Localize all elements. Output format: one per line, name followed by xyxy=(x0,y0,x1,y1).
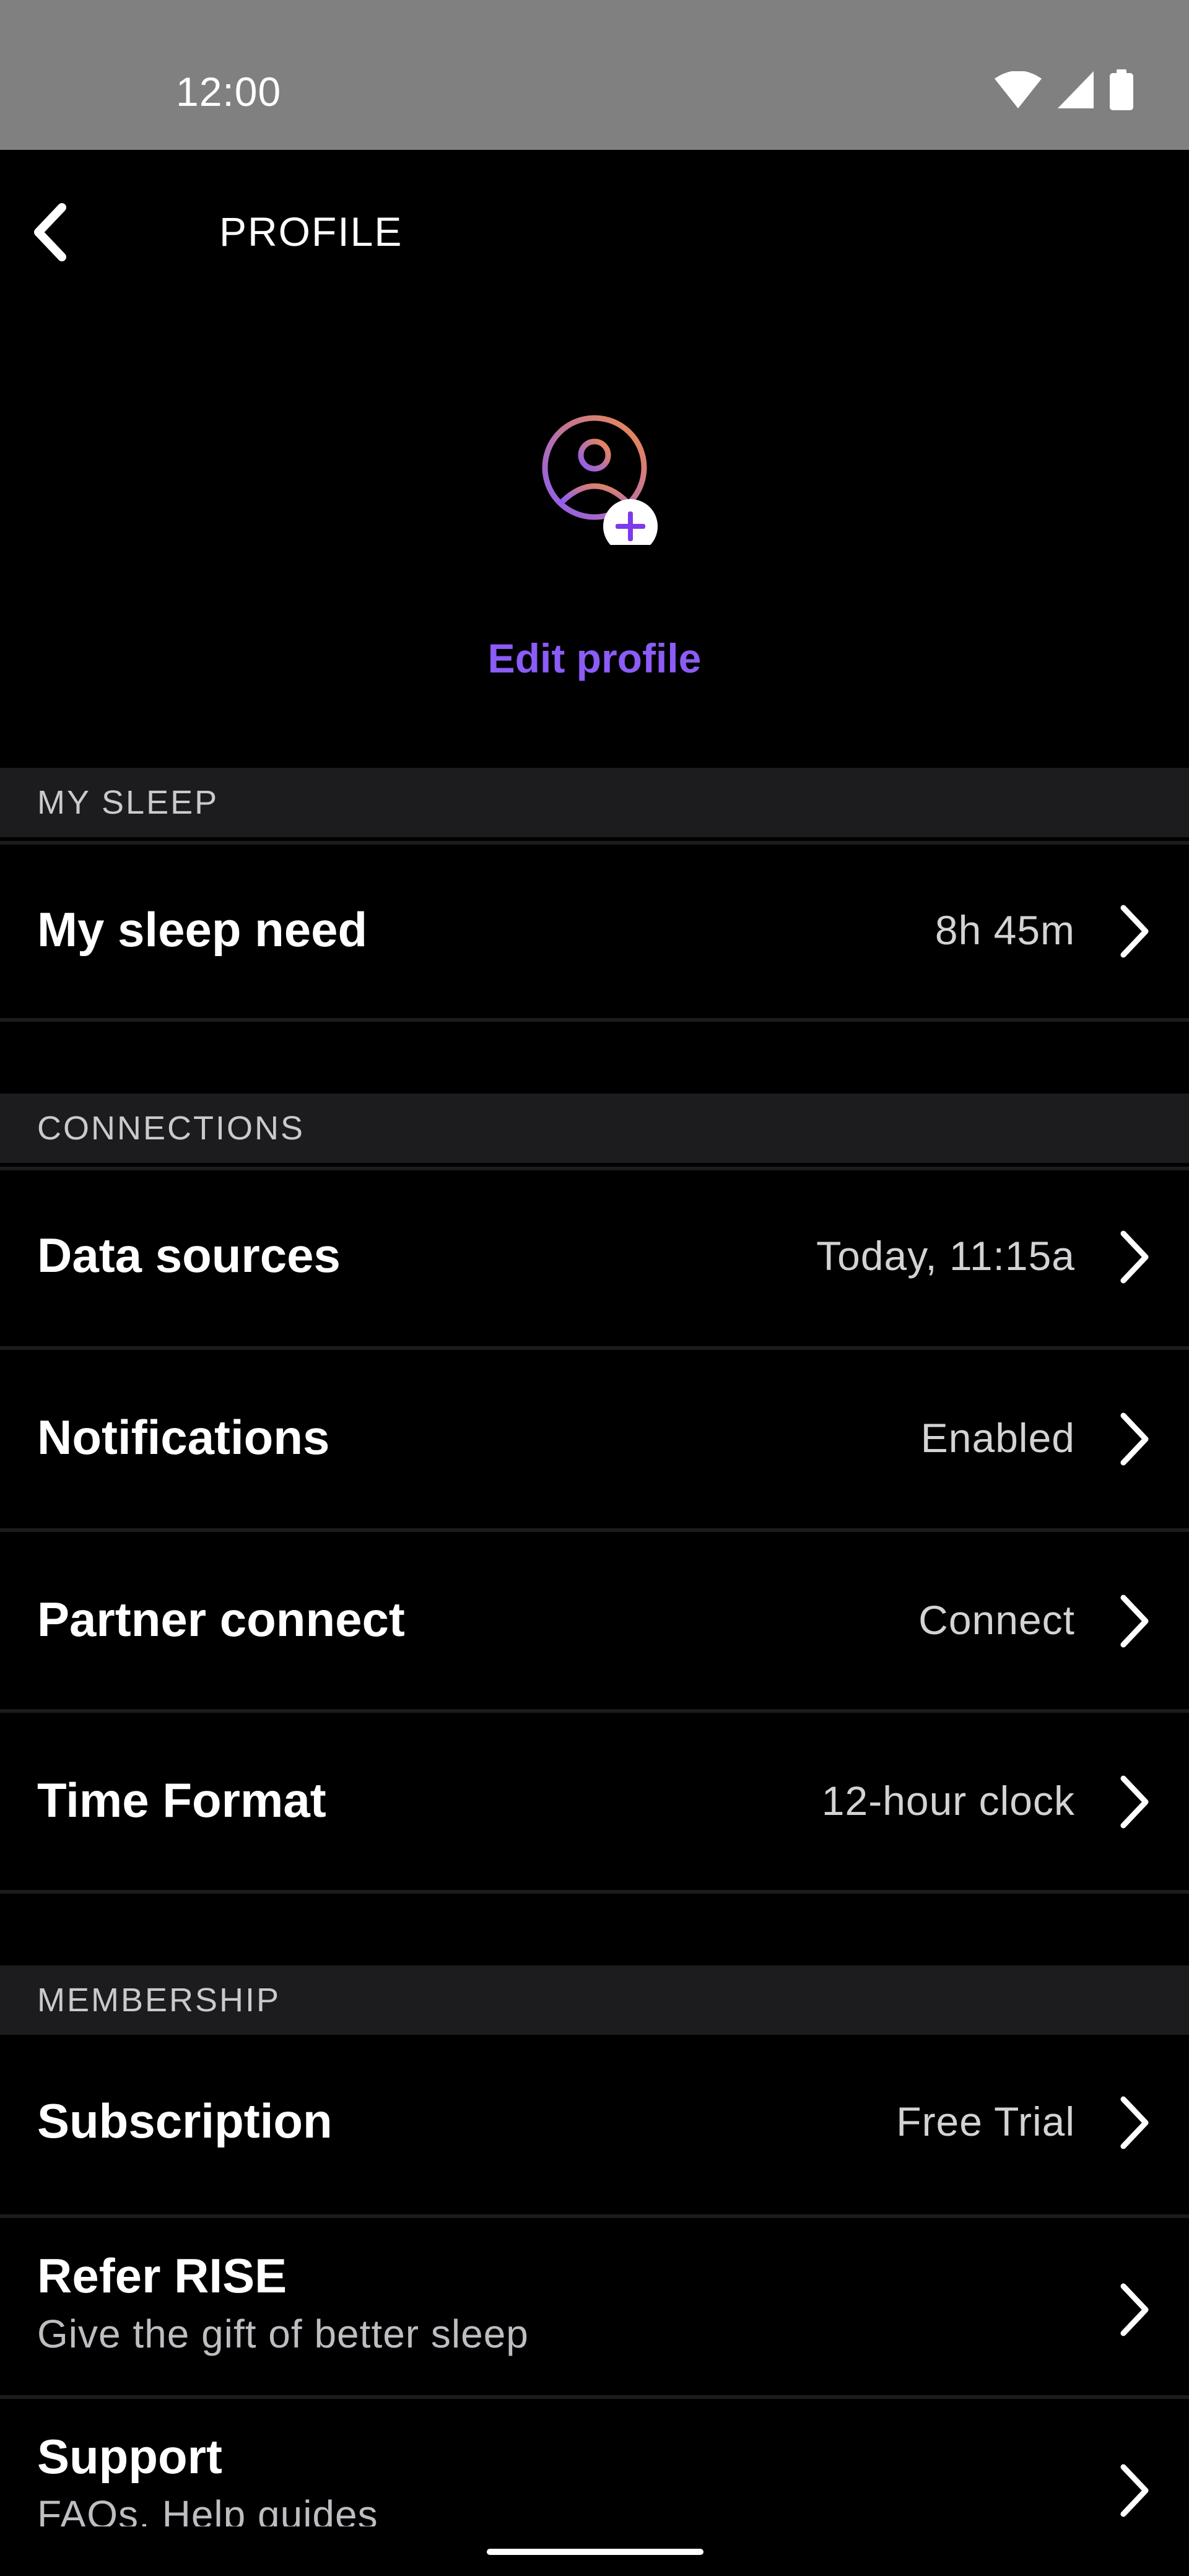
row-value: Connect xyxy=(918,1597,1075,1643)
chevron-right-icon xyxy=(1117,2461,1152,2520)
page-title: PROFILE xyxy=(219,209,403,255)
row-value: Free Trial xyxy=(896,2099,1075,2144)
chevron-right-icon xyxy=(1117,1772,1152,1832)
wifi-icon xyxy=(995,71,1042,108)
user-add-icon xyxy=(533,415,669,554)
row-subtitle: Give the gift of better sleep xyxy=(37,2312,529,2356)
status-time: 12:00 xyxy=(176,69,282,115)
row-label: Partner connect xyxy=(37,1592,405,1647)
row-partner-connect[interactable]: Partner connect Connect xyxy=(0,1528,1189,1704)
row-label: Data sources xyxy=(37,1228,341,1282)
profile-area: Edit profile xyxy=(0,396,1189,768)
row-notifications[interactable]: Notifications Enabled xyxy=(0,1346,1189,1522)
avatar[interactable] xyxy=(533,409,669,554)
divider xyxy=(0,1890,1189,1894)
row-value: 12-hour clock xyxy=(821,1778,1075,1824)
row-refer-rise[interactable]: Refer RISE Give the gift of better sleep xyxy=(0,2214,1189,2390)
row-label: Subscription xyxy=(37,2094,333,2148)
row-label: Notifications xyxy=(37,1410,330,1464)
battery-icon xyxy=(1110,69,1133,110)
row-label: Refer RISE xyxy=(37,2248,287,2303)
row-subscription[interactable]: Subscription Free Trial xyxy=(0,2035,1189,2211)
row-value: 8h 45m xyxy=(934,907,1075,953)
chevron-right-icon xyxy=(1117,1591,1152,1651)
row-time-format[interactable]: Time Format 12-hour clock xyxy=(0,1709,1189,1885)
row-label: Time Format xyxy=(37,1773,326,1827)
home-indicator[interactable] xyxy=(487,2549,703,2555)
chevron-right-icon xyxy=(1117,1409,1152,1469)
edit-profile-link[interactable]: Edit profile xyxy=(0,635,1189,682)
row-value: Enabled xyxy=(920,1415,1075,1461)
row-subtitle: FAQs, Help guides xyxy=(37,2492,378,2526)
row-label: My sleep need xyxy=(37,902,368,957)
row-data-sources[interactable]: Data sources Today, 11:15a xyxy=(0,1167,1189,1342)
divider xyxy=(0,1018,1189,1022)
row-label: Support xyxy=(37,2429,222,2484)
status-bar: 12:00 xyxy=(0,0,1189,150)
cellular-signal-icon xyxy=(1058,71,1094,108)
section-header-connections: CONNECTIONS xyxy=(0,1094,1189,1163)
back-button[interactable] xyxy=(25,199,74,268)
row-my-sleep-need[interactable]: My sleep need 8h 45m xyxy=(0,841,1189,1017)
section-header-membership: MEMBERSHIP xyxy=(0,1965,1189,2035)
row-support[interactable]: Support FAQs, Help guides xyxy=(0,2395,1189,2526)
chevron-right-icon xyxy=(1117,1227,1152,1287)
section-header-my-sleep: MY SLEEP xyxy=(0,768,1189,837)
chevron-left-icon xyxy=(31,202,68,265)
chevron-right-icon xyxy=(1117,2093,1152,2152)
chevron-right-icon xyxy=(1117,2280,1152,2339)
status-icons xyxy=(995,69,1133,110)
chevron-right-icon xyxy=(1117,902,1152,961)
top-app-bar: PROFILE xyxy=(0,150,1189,317)
row-value: Today, 11:15a xyxy=(816,1233,1075,1279)
